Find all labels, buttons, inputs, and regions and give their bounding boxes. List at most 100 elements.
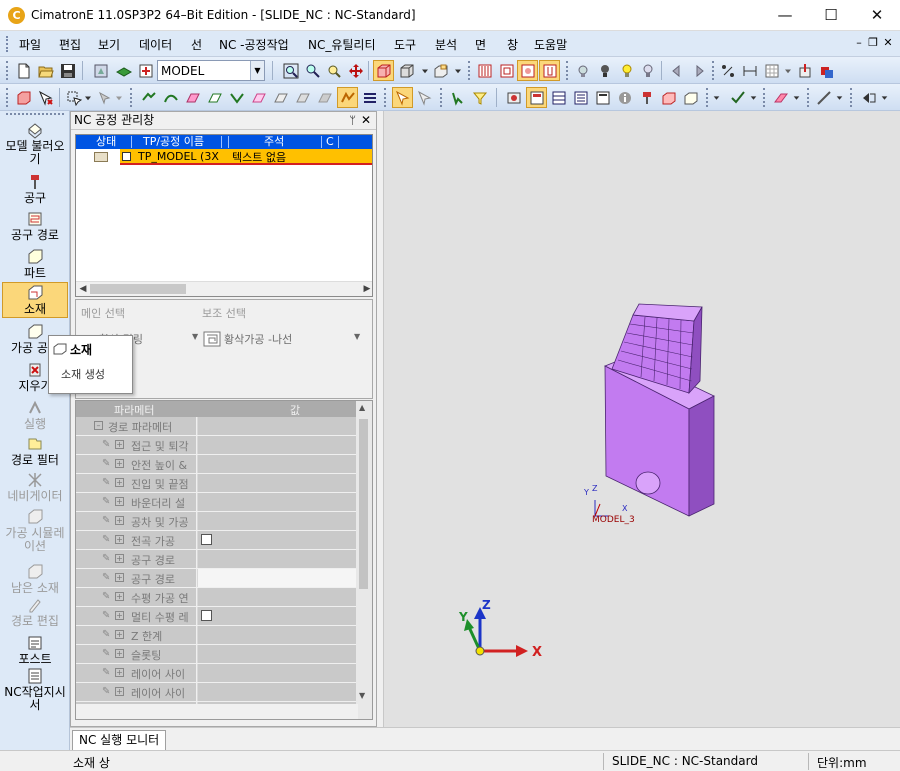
model-canvas[interactable]: Y Z X MODEL_3 Z Y X: [384, 111, 900, 727]
previous-view-icon[interactable]: [666, 60, 687, 81]
info-icon[interactable]: [614, 87, 635, 108]
collapse-icon[interactable]: –: [94, 421, 103, 430]
param-row[interactable]: ✎ + 공구 경로: [76, 569, 356, 588]
toolbar-grip[interactable]: [712, 61, 715, 80]
auto-select-icon[interactable]: [337, 87, 358, 108]
expand-icon[interactable]: +: [115, 478, 124, 487]
param-value-cell[interactable]: [198, 455, 356, 473]
param-value-cell[interactable]: [198, 417, 356, 435]
param-row[interactable]: ✎ + 접근 및 퇴각: [76, 436, 356, 455]
macro-icon[interactable]: [858, 87, 879, 108]
col-name[interactable]: TP/공정 이름: [143, 135, 204, 149]
pick-icon[interactable]: [63, 87, 84, 108]
layer-icon[interactable]: [113, 60, 134, 81]
param-value-cell[interactable]: [198, 626, 356, 644]
param-row[interactable]: ✎ + 레이어 사이: [76, 664, 356, 683]
param-value-cell[interactable]: [198, 588, 356, 606]
part-view-icon[interactable]: [90, 60, 111, 81]
stock-info-icon[interactable]: [658, 87, 679, 108]
toolbar-grip[interactable]: [807, 88, 810, 107]
minimize-button[interactable]: —: [762, 0, 808, 31]
param-vertical-scrollbar[interactable]: ▲ ▼: [356, 401, 372, 719]
chevron-down-icon[interactable]: ▼: [250, 61, 264, 80]
macro-overflow-icon[interactable]: [880, 87, 889, 108]
expand-icon[interactable]: +: [115, 459, 124, 468]
scroll-down-icon[interactable]: ▼: [359, 691, 365, 700]
scroll-left-icon[interactable]: ◀: [76, 282, 90, 296]
param-row[interactable]: ✎ + 레이어 사이: [76, 683, 356, 702]
snap-off-icon[interactable]: [414, 87, 435, 108]
param-value-cell[interactable]: [198, 683, 356, 701]
param-checkbox[interactable]: [201, 534, 212, 545]
param-value-cell[interactable]: [198, 436, 356, 454]
param-row[interactable]: ✎ + 공차 및 가공: [76, 512, 356, 531]
curve-select-icon[interactable]: [160, 87, 181, 108]
pan-icon[interactable]: [345, 60, 366, 81]
light-icon[interactable]: [539, 60, 560, 81]
param-value-cell[interactable]: [198, 569, 356, 587]
expand-icon[interactable]: +: [115, 497, 124, 506]
menu-window[interactable]: 창: [507, 31, 518, 57]
open-file-icon[interactable]: [35, 60, 56, 81]
measure-icon[interactable]: [717, 60, 738, 81]
sub-select-dropdown[interactable]: 황삭가공 -나선: [202, 328, 352, 350]
sketch-icon[interactable]: [496, 60, 517, 81]
col-c[interactable]: C: [326, 135, 334, 149]
zoom-window-icon[interactable]: [323, 60, 344, 81]
leftbar-item-model-load[interactable]: 모델 불러오기: [2, 121, 68, 166]
box-view-icon[interactable]: [430, 60, 451, 81]
leftbar-grip[interactable]: [6, 113, 64, 116]
process-tree[interactable]: 상태 TP/공정 이름 주석 C TP_MODEL (3X 텍스트 없음 ◀ ▶: [75, 134, 373, 297]
param-row[interactable]: ✎ + 슬롯팅: [76, 645, 356, 664]
color-icon[interactable]: [816, 60, 837, 81]
menu-tools[interactable]: 도구: [394, 31, 416, 57]
save-icon[interactable]: [57, 60, 78, 81]
leftbar-item-tool[interactable]: 공구: [2, 173, 68, 205]
section-icon[interactable]: [474, 60, 495, 81]
leftbar-item-part[interactable]: 파트: [2, 248, 68, 280]
toolbar-grip[interactable]: [566, 61, 569, 80]
param-value-cell[interactable]: [198, 493, 356, 511]
leftbar-item-path-edit[interactable]: 경로 편집: [2, 596, 68, 628]
scroll-up-icon[interactable]: ▲: [359, 403, 365, 412]
table-icon[interactable]: [548, 87, 569, 108]
scroll-thumb[interactable]: [90, 284, 186, 294]
set-icon[interactable]: [135, 60, 156, 81]
shaded-view-icon[interactable]: [373, 60, 394, 81]
leftbar-item-navigator[interactable]: 네비게이터: [2, 471, 68, 503]
grid-icon[interactable]: [761, 60, 782, 81]
tree-row-checkbox[interactable]: [122, 152, 131, 161]
new-file-icon[interactable]: [13, 60, 34, 81]
toolbar-grip[interactable]: [850, 88, 853, 107]
next-view-icon[interactable]: [688, 60, 709, 81]
erase-icon[interactable]: [770, 87, 791, 108]
light-source-icon[interactable]: [572, 60, 593, 81]
all-select-icon[interactable]: [314, 87, 335, 108]
menu-view[interactable]: 보기: [98, 31, 120, 57]
erase-overflow-icon[interactable]: [792, 87, 801, 108]
bulb-on-icon[interactable]: [616, 60, 637, 81]
face-select-icon[interactable]: [182, 87, 203, 108]
part-info-icon[interactable]: [680, 87, 701, 108]
line-overflow-icon[interactable]: [835, 87, 844, 108]
menu-nc-process[interactable]: NC -공정작업: [219, 31, 289, 57]
col-note[interactable]: 주석: [264, 135, 284, 149]
nc-manager-icon[interactable]: [526, 87, 547, 108]
export-icon[interactable]: [794, 60, 815, 81]
menu-curve[interactable]: 선: [191, 31, 202, 57]
expand-icon[interactable]: +: [115, 440, 124, 449]
param-value-cell[interactable]: [198, 512, 356, 530]
zoom-icon[interactable]: [302, 60, 323, 81]
param-row[interactable]: ✎ + 전곡 가공: [76, 531, 356, 550]
menu-nc-utility[interactable]: NC_유틸리티: [308, 31, 376, 57]
document-icon[interactable]: [592, 87, 613, 108]
parameter-table[interactable]: 파라메터 값 – 경로 파라메터 ✎ + 접근 및 퇴각 ✎ + 안전 높이 & ✎ + 진입 및 …: [75, 400, 373, 720]
check-icon[interactable]: [727, 87, 748, 108]
leftbar-item-execute[interactable]: 실행: [2, 399, 68, 431]
list-select-icon[interactable]: [359, 87, 380, 108]
edge-select-icon[interactable]: [226, 87, 247, 108]
param-row[interactable]: ✎ + 진입 및 끝점: [76, 474, 356, 493]
toolbar-grip[interactable]: [130, 88, 133, 107]
param-row[interactable]: ✎ + 멀티 수평 레: [76, 607, 356, 626]
menu-data[interactable]: 데이터: [139, 31, 172, 57]
